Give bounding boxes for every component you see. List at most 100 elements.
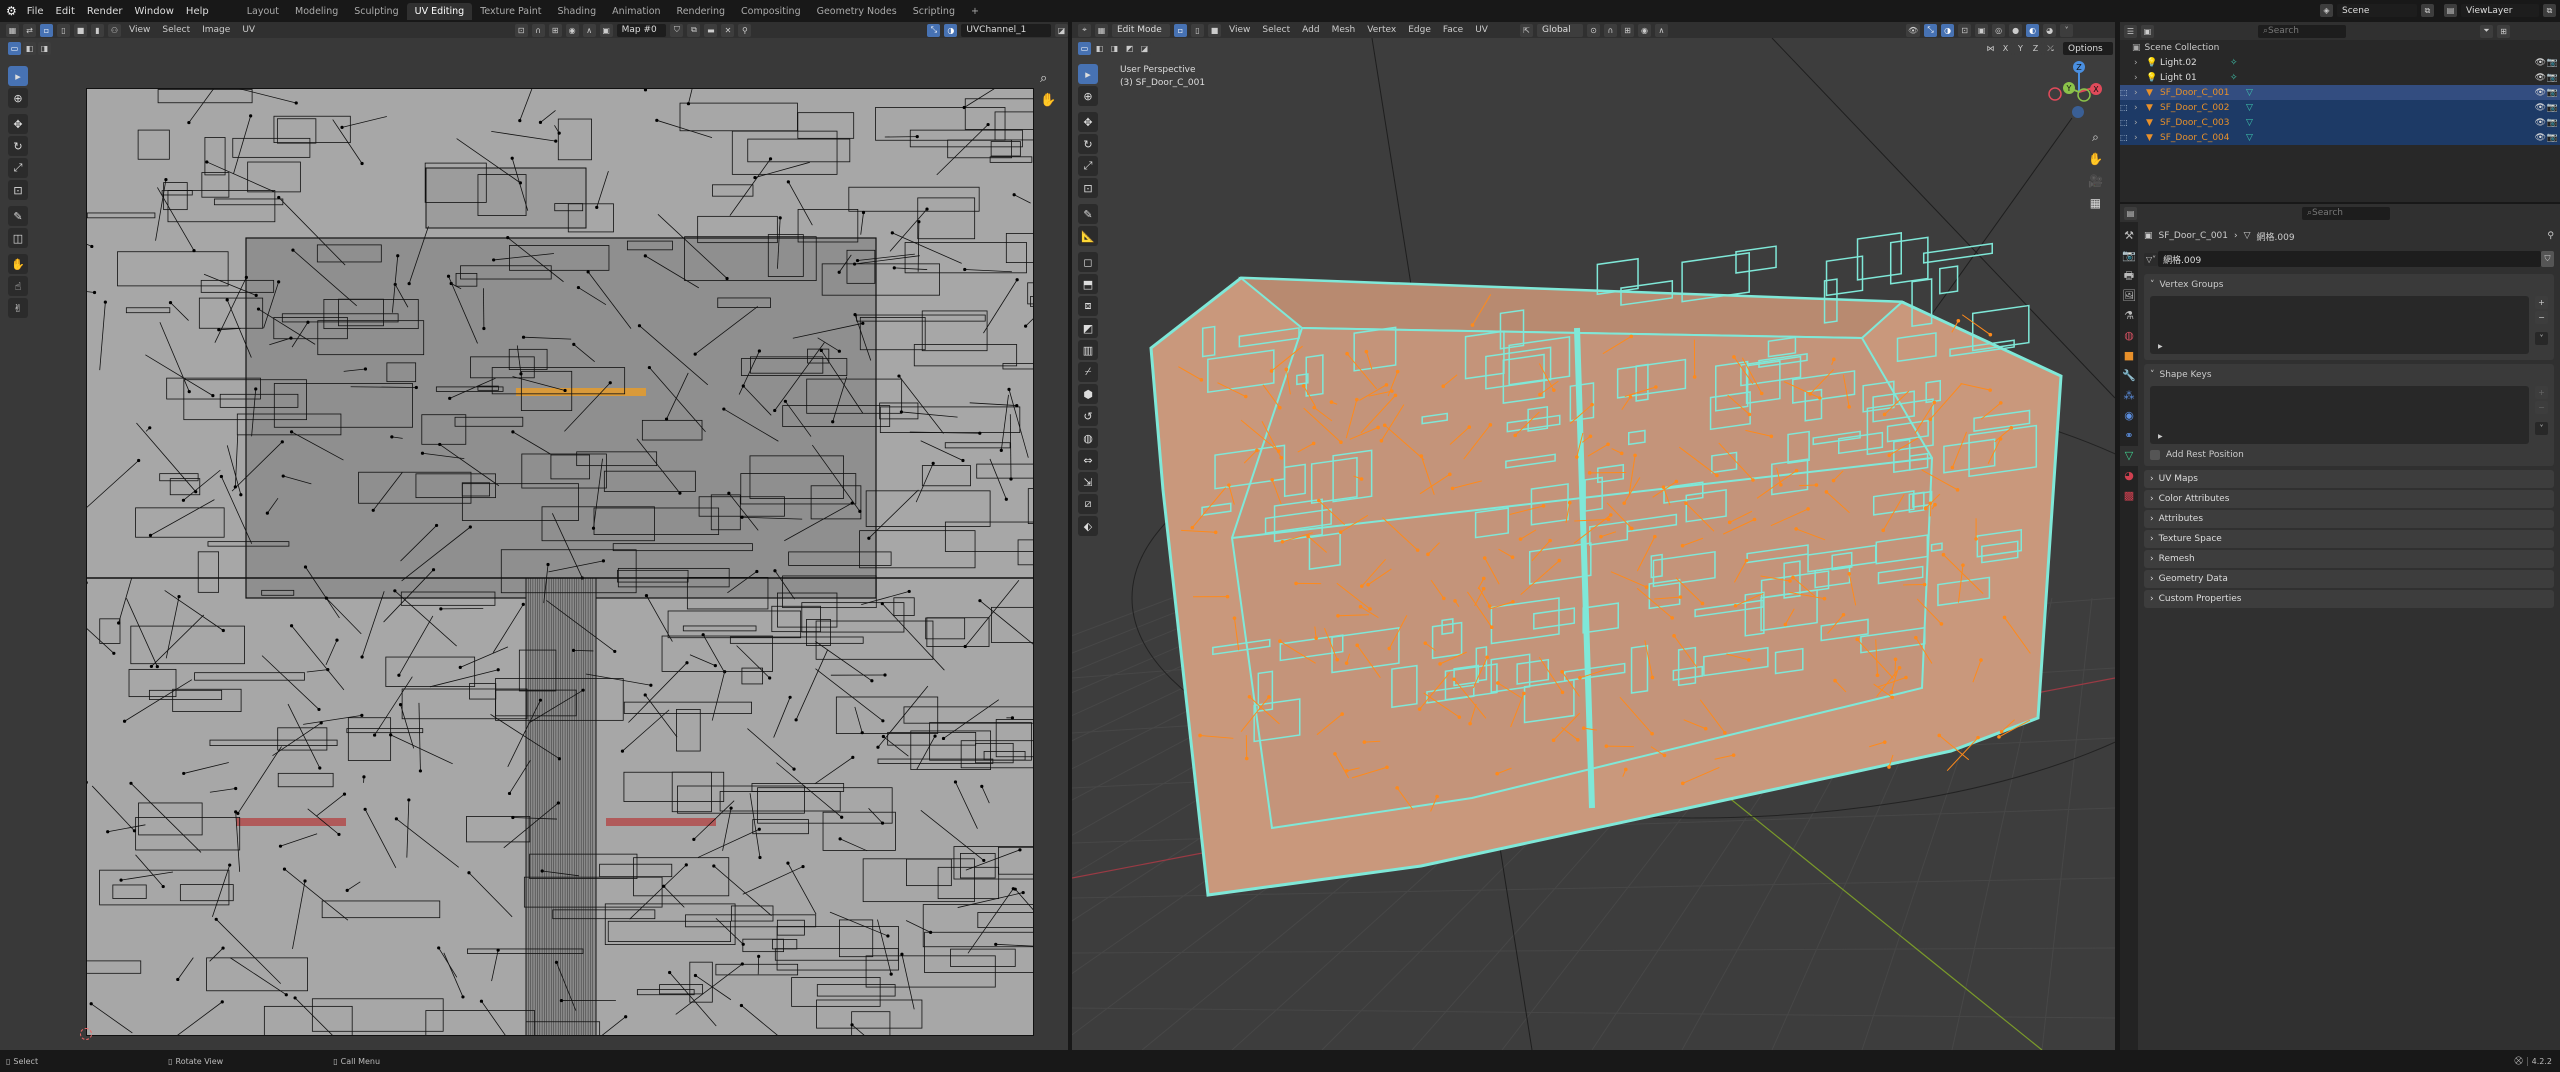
vertex-groups-list[interactable]: ▶	[2150, 296, 2529, 354]
falloff-3d-icon[interactable]: ∧	[1654, 23, 1668, 37]
object-tab-icon[interactable]: ■	[2120, 346, 2138, 366]
vp-shrink-tool-icon[interactable]: ⇲	[1078, 472, 1098, 492]
vp-rip-tool-icon[interactable]: ⬖	[1078, 516, 1098, 536]
falloff-icon[interactable]: ∧	[582, 23, 596, 37]
uv-menu-image[interactable]: Image	[198, 25, 234, 35]
vp-loopcut-tool-icon[interactable]: ▥	[1078, 340, 1098, 360]
expand-chevron-icon[interactable]: ›	[2134, 103, 2146, 113]
fake-user-icon[interactable]: ⛉	[2541, 251, 2554, 267]
gizmo-toggle-icon[interactable]: ⤡	[927, 23, 941, 37]
vp-spin-tool-icon[interactable]: ↺	[1078, 406, 1098, 426]
outliner-item[interactable]: › 💡 Light 01 ✧ 👁 📷	[2120, 70, 2560, 85]
vp-knife-tool-icon[interactable]: ⌿	[1078, 362, 1098, 382]
vp-measure-tool-icon[interactable]: 📐	[1078, 226, 1098, 246]
pan-3d-icon[interactable]: ✋	[2088, 148, 2103, 170]
editor-type-icon[interactable]: ▦	[6, 23, 19, 37]
scene-selector[interactable]: Scene	[2337, 4, 2417, 17]
uv-menu-select[interactable]: Select	[158, 25, 194, 35]
uv-editor-canvas[interactable]: ▭ ◧ ◨ ▸ ⊕ ✥ ↻ ⤢ ⊡ ✎ ◫ ✋ ☝ ✌ ⌕ ✋	[0, 38, 1068, 1050]
tab-modeling[interactable]: Modeling	[287, 3, 346, 20]
view-layer-selector[interactable]: ViewLayer	[2461, 4, 2539, 17]
overlay-3d-icon[interactable]: ◑	[1941, 23, 1955, 37]
select-extend-icon[interactable]: ◧	[23, 42, 36, 55]
vp-annotate-tool-icon[interactable]: ✎	[1078, 204, 1098, 224]
editor-type-3d-icon[interactable]: ⌖	[1078, 23, 1091, 37]
outliner-item[interactable]: ⬚ › ▼ SF_Door_C_002 ▽ 👁 📷	[2120, 100, 2560, 115]
panel-custom-properties[interactable]: › Custom Properties	[2144, 590, 2554, 608]
tab-uv-editing[interactable]: UV Editing	[406, 2, 473, 20]
snap-icon[interactable]: ∩	[531, 23, 545, 37]
menu-render[interactable]: Render	[87, 6, 123, 17]
face-mode-icon[interactable]: ■	[1208, 23, 1221, 37]
vp-menu-uv[interactable]: UV	[1471, 25, 1492, 35]
camera-view-icon[interactable]: 🎥	[2088, 170, 2103, 192]
shape-keys-header[interactable]: ˅ Shape Keys	[2150, 366, 2548, 384]
vp-select-invert-icon[interactable]: ◩	[1123, 42, 1136, 55]
properties-search[interactable]: ⌕ Search	[2302, 206, 2390, 220]
vertex-select-icon[interactable]: ▫	[40, 23, 53, 37]
vp-select-new-icon[interactable]: ▭	[1078, 42, 1091, 55]
add-rest-position-checkbox[interactable]	[2150, 450, 2160, 460]
vp-shear-tool-icon[interactable]: ⧄	[1078, 494, 1098, 514]
new-collection-icon[interactable]: ⊞	[2497, 24, 2510, 38]
options-dropdown[interactable]: Options	[2063, 42, 2113, 55]
vp-edge-slide-tool-icon[interactable]: ⇔	[1078, 450, 1098, 470]
ortho-toggle-icon[interactable]: ▦	[2088, 192, 2103, 214]
expand-chevron-icon[interactable]: ›	[2134, 88, 2146, 98]
outliner-item[interactable]: ⬚ › ▼ SF_Door_C_001 ▽ 👁 📷	[2120, 85, 2560, 100]
mirror-icon[interactable]: ⋈	[1984, 42, 1997, 55]
expand-chevron-icon[interactable]: ›	[2134, 118, 2146, 128]
visibility-eye-icon[interactable]: 👁	[2535, 88, 2546, 98]
mirror-z-toggle[interactable]: Z	[2029, 42, 2042, 55]
panel-attributes[interactable]: › Attributes	[2144, 510, 2554, 528]
mode-selector[interactable]: Edit Mode	[1112, 23, 1170, 37]
visibility-eye-icon[interactable]: 👁	[2535, 58, 2546, 68]
annotate-tool-icon[interactable]: ✎	[8, 206, 28, 226]
tab-scripting[interactable]: Scripting	[905, 3, 963, 20]
pivot-point-icon[interactable]: ⊙	[1586, 23, 1600, 37]
mesh-data-icon[interactable]: ▽	[2246, 103, 2253, 113]
image-name-field[interactable]: Map #0	[616, 23, 667, 37]
display-mode-icon[interactable]: ▣	[2141, 24, 2154, 38]
tab-sculpting[interactable]: Sculpting	[346, 3, 406, 20]
add-vertex-group-button[interactable]: +	[2535, 296, 2548, 309]
overlay-toggle-icon[interactable]: ◑	[944, 23, 958, 37]
modifier-tab-icon[interactable]: 🔧	[2120, 366, 2138, 386]
vp-menu-view[interactable]: View	[1225, 25, 1254, 35]
fake-user-icon[interactable]: ⛉	[670, 23, 684, 37]
outliner-item[interactable]: ⬚ › ▼ SF_Door_C_004 ▽ 👁 📷	[2120, 130, 2560, 145]
blender-logo-icon[interactable]: ⚙	[6, 4, 17, 18]
pivot-icon[interactable]: ⊡	[514, 23, 528, 37]
vertex-group-specials-button[interactable]: ˅	[2535, 332, 2548, 345]
outliner-item[interactable]: › 💡 Light.02 ✧ 👁 📷	[2120, 55, 2560, 70]
grab-tool-icon[interactable]: ✋	[8, 254, 28, 274]
outliner-search[interactable]: ⌕ Search	[2258, 24, 2346, 38]
tab-animation[interactable]: Animation	[604, 3, 668, 20]
island-select-icon[interactable]: ▮	[91, 23, 104, 37]
image-browse-icon[interactable]: ▣	[599, 23, 613, 37]
scale-tool-icon[interactable]: ⤢	[8, 158, 28, 178]
solid-shading-icon[interactable]: ●	[2009, 23, 2023, 37]
select-box-tool-icon[interactable]: ▸	[8, 66, 28, 86]
data-tab-icon[interactable]: ▽	[2120, 446, 2138, 466]
mesh-browse-icon[interactable]: ▽˅	[2144, 252, 2159, 266]
view-layer-icon[interactable]: ▤	[2444, 4, 2457, 17]
shape-key-specials-button[interactable]: ˅	[2535, 422, 2548, 435]
vp-menu-face[interactable]: Face	[1439, 25, 1467, 35]
snap-target-icon[interactable]: ⊞	[548, 23, 562, 37]
rip-tool-icon[interactable]: ◫	[8, 228, 28, 248]
orientation-icon[interactable]: ⇱	[1519, 23, 1533, 37]
tab-geometry-nodes[interactable]: Geometry Nodes	[809, 3, 905, 20]
vp-bevel-tool-icon[interactable]: ◩	[1078, 318, 1098, 338]
navigation-gizmo[interactable]: Z X Y	[2047, 58, 2107, 118]
vp-transform-tool-icon[interactable]: ⊡	[1078, 178, 1098, 198]
pinch-tool-icon[interactable]: ✌	[8, 298, 28, 318]
vertex-groups-header[interactable]: ˅ Vertex Groups	[2150, 276, 2548, 294]
menu-edit[interactable]: Edit	[56, 6, 75, 17]
pin-icon[interactable]: ⚲	[738, 23, 752, 37]
remove-shape-key-button[interactable]: −	[2535, 401, 2548, 414]
unlink-image-icon[interactable]: ✕	[721, 23, 735, 37]
uv-menu-view[interactable]: View	[125, 25, 154, 35]
mirror-y-toggle[interactable]: Y	[2014, 42, 2027, 55]
particles-tab-icon[interactable]: ⁂	[2120, 386, 2138, 406]
